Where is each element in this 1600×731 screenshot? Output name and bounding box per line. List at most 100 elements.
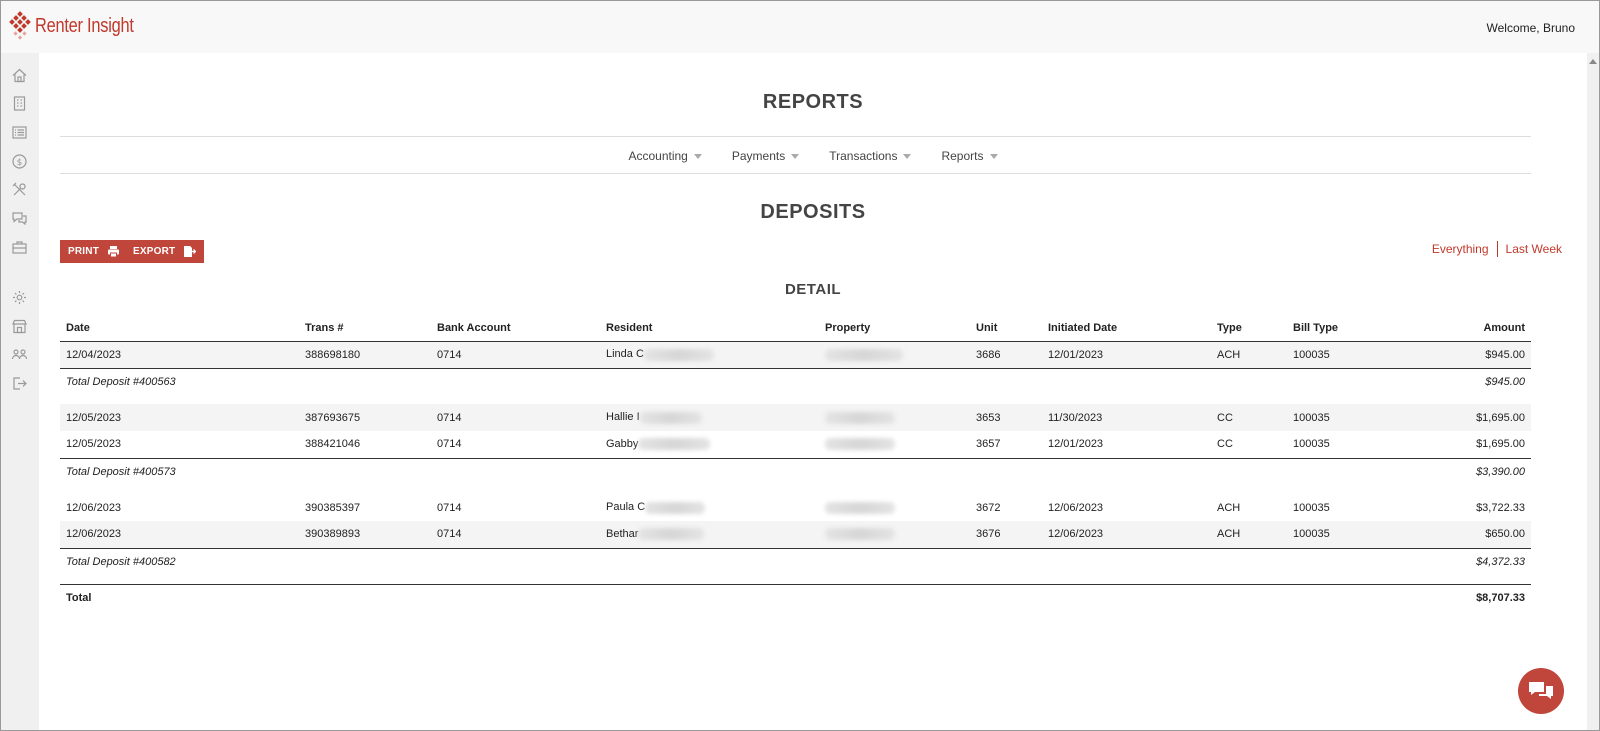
- redacted-text: [825, 528, 895, 541]
- users-icon[interactable]: [11, 347, 28, 364]
- building-icon[interactable]: [11, 95, 28, 112]
- gear-icon[interactable]: [11, 289, 28, 306]
- resident-name: Bethar: [606, 528, 639, 541]
- cell-resident: Hallie I: [600, 404, 819, 431]
- scroll-up-icon[interactable]: [1589, 59, 1597, 64]
- cell-bank: 0714: [437, 501, 462, 514]
- column-header[interactable]: Amount: [1407, 315, 1531, 342]
- column-header[interactable]: Unit: [970, 315, 1042, 342]
- cell-unit: 3657: [976, 438, 1001, 451]
- table-row: 12/06/2023 390385397 0714 Paula C 3672 1…: [60, 494, 1531, 521]
- top-bar: Renter Insight Welcome, Bruno: [1, 1, 1599, 53]
- chat-widget-button[interactable]: [1518, 668, 1564, 714]
- cell-bill-type: 100035: [1287, 521, 1407, 548]
- export-button[interactable]: EXPORT: [125, 240, 205, 263]
- cell-initiated: 12/01/2023: [1048, 438, 1104, 451]
- subtotal-label: Total Deposit #400563: [60, 367, 1407, 395]
- resident-name: Hallie I: [606, 411, 640, 424]
- cell-date: 12/04/2023: [60, 341, 299, 368]
- cell-amount: $1,695.00: [1407, 404, 1531, 431]
- spacer-row: [60, 395, 1531, 404]
- cell-trans: 387693675: [299, 404, 431, 431]
- cell-trans: 390389893: [299, 521, 431, 548]
- subtotal-row: Total Deposit #400573 $3,390.00: [60, 457, 1531, 485]
- filter-everything[interactable]: Everything: [1432, 242, 1489, 256]
- deposits-table: Date Trans # Bank Account Resident Prope…: [60, 315, 1531, 612]
- cell-bank: 0714: [431, 341, 600, 368]
- cell-trans: 388698180: [299, 341, 431, 368]
- subtotal-amount: $3,390.00: [1407, 457, 1531, 485]
- scrollbar[interactable]: [1587, 53, 1599, 730]
- caret-down-icon: [903, 153, 912, 159]
- export-button-label: EXPORT: [133, 246, 176, 257]
- subnav-reports[interactable]: Reports: [941, 149, 998, 163]
- column-header[interactable]: Initiated Date: [1042, 315, 1211, 342]
- cell-initiated: 12/01/2023: [1042, 341, 1211, 368]
- cell-bank: 0714: [431, 404, 600, 431]
- subtotal-amount: $4,372.33: [1407, 547, 1531, 575]
- subtotal-label: Total Deposit #400573: [60, 457, 1407, 485]
- subnav-accounting[interactable]: Accounting: [628, 149, 702, 163]
- column-header[interactable]: Type: [1211, 315, 1287, 342]
- spacer-row: [60, 575, 1531, 584]
- tools-icon[interactable]: [11, 181, 28, 198]
- redacted-text: [639, 411, 702, 424]
- briefcase-icon[interactable]: [11, 239, 28, 256]
- list-icon[interactable]: [11, 124, 28, 141]
- caret-down-icon: [693, 153, 702, 159]
- cell-resident: Paula C: [600, 494, 819, 521]
- subnav-transactions[interactable]: Transactions: [829, 149, 912, 163]
- caret-down-icon: [791, 153, 800, 159]
- cell-trans: 390385397: [305, 501, 361, 514]
- filter-last-week[interactable]: Last Week: [1506, 242, 1562, 256]
- home-icon[interactable]: [11, 67, 28, 84]
- redacted-text: [825, 501, 895, 514]
- divider: [60, 136, 1531, 137]
- logo[interactable]: Renter Insight: [9, 11, 155, 41]
- column-header[interactable]: Resident: [600, 315, 819, 342]
- logo-icon: [9, 11, 31, 40]
- cell-type: ACH: [1217, 501, 1241, 514]
- logout-icon[interactable]: [11, 375, 28, 392]
- resident-name: Gabby: [606, 438, 639, 451]
- column-header[interactable]: Bill Type: [1287, 315, 1407, 342]
- subnav-label: Accounting: [628, 149, 688, 163]
- report-title: DEPOSITS: [760, 201, 866, 223]
- cell-amount: $1,695.00: [1476, 438, 1525, 451]
- dollar-icon[interactable]: $: [11, 153, 28, 170]
- column-header[interactable]: Trans #: [299, 315, 431, 342]
- cell-property: [819, 521, 970, 548]
- redacted-text: [643, 348, 714, 361]
- filter-separator: [1496, 241, 1498, 257]
- grand-total-label: Total: [60, 583, 1407, 612]
- cell-property: [819, 404, 970, 431]
- cell-bill-type: 100035: [1287, 404, 1407, 431]
- cell-amount: $945.00: [1407, 341, 1531, 368]
- cell-unit: 3686: [970, 341, 1042, 368]
- cell-bank: 0714: [437, 438, 462, 451]
- cell-property: [819, 341, 970, 368]
- redacted-text: [825, 348, 903, 361]
- column-header[interactable]: Property: [819, 315, 970, 342]
- subtotal-label: Total Deposit #400582: [60, 547, 1407, 575]
- cell-bill-type: 100035: [1287, 341, 1407, 368]
- redacted-text: [825, 411, 895, 424]
- print-button[interactable]: PRINT: [60, 240, 128, 263]
- store-icon[interactable]: [11, 318, 28, 335]
- cell-date: 12/06/2023: [60, 521, 299, 548]
- app-window: Renter Insight Welcome, Bruno $ REPORTS …: [0, 0, 1600, 731]
- subnav-payments[interactable]: Payments: [731, 149, 800, 163]
- subtotal-row: Total Deposit #400582 $4,372.33: [60, 547, 1531, 575]
- cell-date: 12/06/2023: [66, 501, 122, 514]
- column-header[interactable]: Date: [60, 315, 299, 342]
- redacted-text: [825, 438, 895, 451]
- cell-amount: $650.00: [1407, 521, 1531, 548]
- column-header[interactable]: Bank Account: [431, 315, 600, 342]
- table-row: 12/05/2023 388421046 0714 Gabby 3657 12/…: [60, 431, 1531, 458]
- cell-initiated: 12/06/2023: [1048, 501, 1104, 514]
- grand-total-row: Total $8,707.33: [60, 583, 1531, 612]
- chat-icon[interactable]: [11, 210, 28, 227]
- cell-resident: Bethar: [600, 521, 819, 548]
- subnav-label: Payments: [731, 149, 786, 163]
- subtotal-row: Total Deposit #400563 $945.00: [60, 367, 1531, 395]
